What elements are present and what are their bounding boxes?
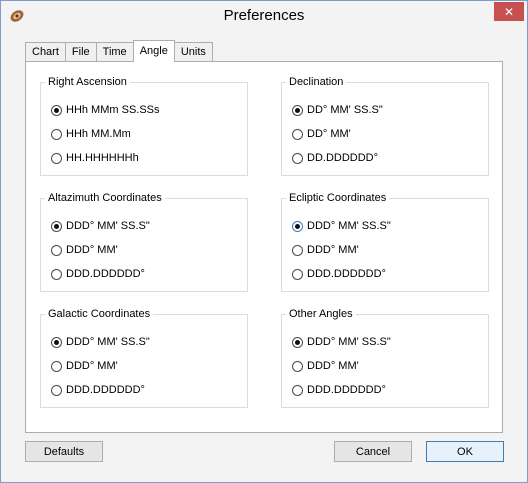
tab-angle[interactable]: Angle (132, 40, 175, 62)
radio-label: DDD° MM' (66, 360, 118, 372)
radio-button[interactable] (51, 244, 62, 256)
radio-option[interactable]: DDD° MM' (51, 242, 118, 258)
defaults-button[interactable]: Defaults (25, 441, 103, 462)
radio-label: DDD.DDDDDD° (66, 384, 145, 396)
radio-label: DD.DDDDDD° (307, 152, 379, 164)
other-angles-group: Other Angles DDD° MM' SS.S" DDD° MM' DDD… (281, 308, 489, 408)
radio-label: DDD° MM' (307, 244, 359, 256)
tab-time[interactable]: Time (95, 42, 134, 61)
group-title: Right Ascension (48, 76, 127, 88)
radio-button[interactable] (51, 128, 62, 140)
group-title: Altazimuth Coordinates (48, 192, 162, 204)
declination-group: Declination DD° MM' SS.S" DD° MM' DD.DDD… (281, 76, 489, 176)
ok-button[interactable]: OK (426, 441, 504, 462)
tab-file[interactable]: File (64, 42, 97, 61)
radio-option[interactable]: DD° MM' (292, 126, 351, 142)
radio-label: DDD° MM' SS.S" (307, 336, 391, 348)
cancel-button[interactable]: Cancel (334, 441, 412, 462)
radio-option[interactable]: DDD° MM' SS.S" (292, 334, 391, 350)
radio-option[interactable]: HH.HHHHHHh (51, 150, 139, 166)
window-title: Preferences (223, 7, 305, 24)
radio-option[interactable]: HHh MM.Mm (51, 126, 131, 142)
tab-units[interactable]: Units (173, 42, 213, 61)
radio-option[interactable]: DDD° MM' (292, 358, 359, 374)
ecliptic-group: Ecliptic Coordinates DDD° MM' SS.S" DDD°… (281, 192, 489, 292)
radio-option[interactable]: DDD° MM' SS.S" (51, 218, 150, 234)
radio-label: DDD° MM' (307, 360, 359, 372)
close-button[interactable]: ✕ (494, 2, 524, 21)
radio-label: DD° MM' (307, 128, 351, 140)
radio-button[interactable] (292, 360, 303, 372)
radio-button[interactable] (51, 336, 62, 348)
radio-option[interactable]: DDD.DDDDDD° (292, 266, 386, 282)
radio-button[interactable] (51, 104, 62, 116)
radio-option[interactable]: DDD.DDDDDD° (292, 382, 386, 398)
radio-button[interactable] (51, 152, 62, 164)
radio-label: HH.HHHHHHh (66, 152, 139, 164)
radio-option[interactable]: DDD° MM' SS.S" (51, 334, 150, 350)
radio-button[interactable] (292, 336, 303, 348)
tab-control: Chart File Time Angle Units Right Ascens… (25, 40, 503, 433)
radio-label: DDD.DDDDDD° (307, 268, 386, 280)
radio-option[interactable]: DDD° MM' (292, 242, 359, 258)
radio-label: HHh MM.Mm (66, 128, 131, 140)
radio-button[interactable] (292, 128, 303, 140)
radio-button[interactable] (292, 152, 303, 164)
radio-button[interactable] (51, 384, 62, 396)
radio-option[interactable]: DD° MM' SS.S" (292, 102, 383, 118)
tab-chart[interactable]: Chart (25, 42, 66, 61)
group-title: Declination (289, 76, 344, 88)
radio-label: DDD.DDDDDD° (66, 268, 145, 280)
galactic-group: Galactic Coordinates DDD° MM' SS.S" DDD°… (40, 308, 248, 408)
preferences-window: Preferences ✕ Chart File Time Angle Unit… (0, 0, 528, 483)
radio-button[interactable] (292, 268, 303, 280)
radio-button[interactable] (292, 104, 303, 116)
right-ascension-group: Right Ascension HHh MMm SS.SSs HHh MM.Mm… (40, 76, 248, 176)
angle-tab-panel: Right Ascension HHh MMm SS.SSs HHh MM.Mm… (25, 61, 503, 433)
group-title: Ecliptic Coordinates (289, 192, 387, 204)
radio-button[interactable] (51, 360, 62, 372)
tab-strip: Chart File Time Angle Units (25, 40, 213, 62)
radio-option[interactable]: DD.DDDDDD° (292, 150, 378, 166)
radio-label: DDD.DDDDDD° (307, 384, 386, 396)
radio-option[interactable]: DDD.DDDDDD° (51, 266, 145, 282)
radio-label: HHh MMm SS.SSs (66, 104, 160, 116)
radio-button[interactable] (51, 220, 62, 232)
radio-label: DDD° MM' SS.S" (66, 220, 150, 232)
radio-button[interactable] (51, 268, 62, 280)
title-bar[interactable]: Preferences ✕ (1, 1, 527, 31)
radio-label: DDD° MM' (66, 244, 118, 256)
radio-button[interactable] (292, 244, 303, 256)
group-title: Galactic Coordinates (48, 308, 151, 320)
group-title: Other Angles (289, 308, 353, 320)
altazimuth-group: Altazimuth Coordinates DDD° MM' SS.S" DD… (40, 192, 248, 292)
radio-label: DD° MM' SS.S" (307, 104, 383, 116)
radio-label: DDD° MM' SS.S" (66, 336, 150, 348)
close-icon: ✕ (503, 4, 515, 19)
radio-option[interactable]: DDD° MM' (51, 358, 118, 374)
radio-button[interactable] (292, 384, 303, 396)
radio-button[interactable] (292, 220, 303, 232)
radio-option[interactable]: DDD.DDDDDD° (51, 382, 145, 398)
radio-option[interactable]: DDD° MM' SS.S" (292, 218, 391, 234)
radio-option[interactable]: HHh MMm SS.SSs (51, 102, 160, 118)
radio-label: DDD° MM' SS.S" (307, 220, 391, 232)
